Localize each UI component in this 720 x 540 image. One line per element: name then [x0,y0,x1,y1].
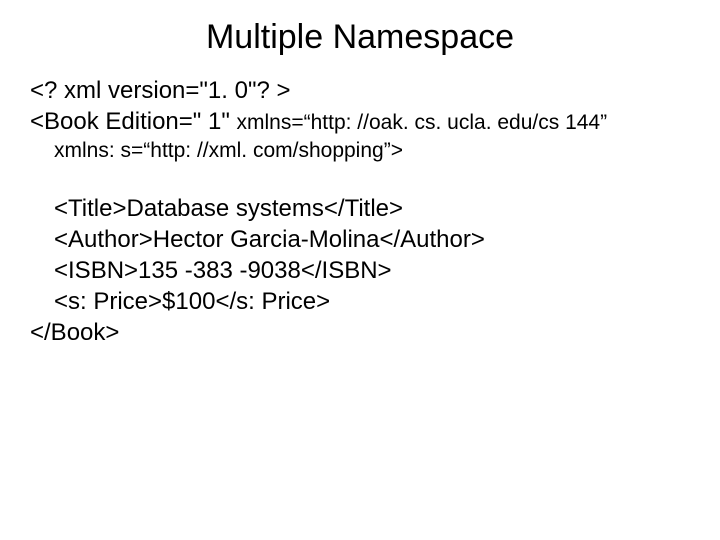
slide: Multiple Namespace <? xml version="1. 0"… [0,0,720,540]
blank-gap [30,165,690,193]
code-block: <? xml version="1. 0"? > <Book Edition="… [30,75,690,349]
code-line-5: <Author>Hector Garcia-Molina</Author> [30,224,690,255]
code-line-8: </Book> [30,317,690,348]
code-line-3: xmlns: s=“http: //xml. com/shopping”> [30,137,690,164]
code-line-7: <s: Price>$100</s: Price> [30,286,690,317]
code-line-2a: <Book Edition=" 1" [30,108,237,135]
code-line-2b: xmlns=“http: //oak. cs. ucla. edu/cs 144… [237,111,608,134]
slide-title: Multiple Namespace [30,18,690,57]
code-line-2: <Book Edition=" 1" xmlns=“http: //oak. c… [30,106,690,137]
code-line-6: <ISBN>135 -383 -9038</ISBN> [30,255,690,286]
code-line-1: <? xml version="1. 0"? > [30,75,690,106]
code-line-4: <Title>Database systems</Title> [30,193,690,224]
